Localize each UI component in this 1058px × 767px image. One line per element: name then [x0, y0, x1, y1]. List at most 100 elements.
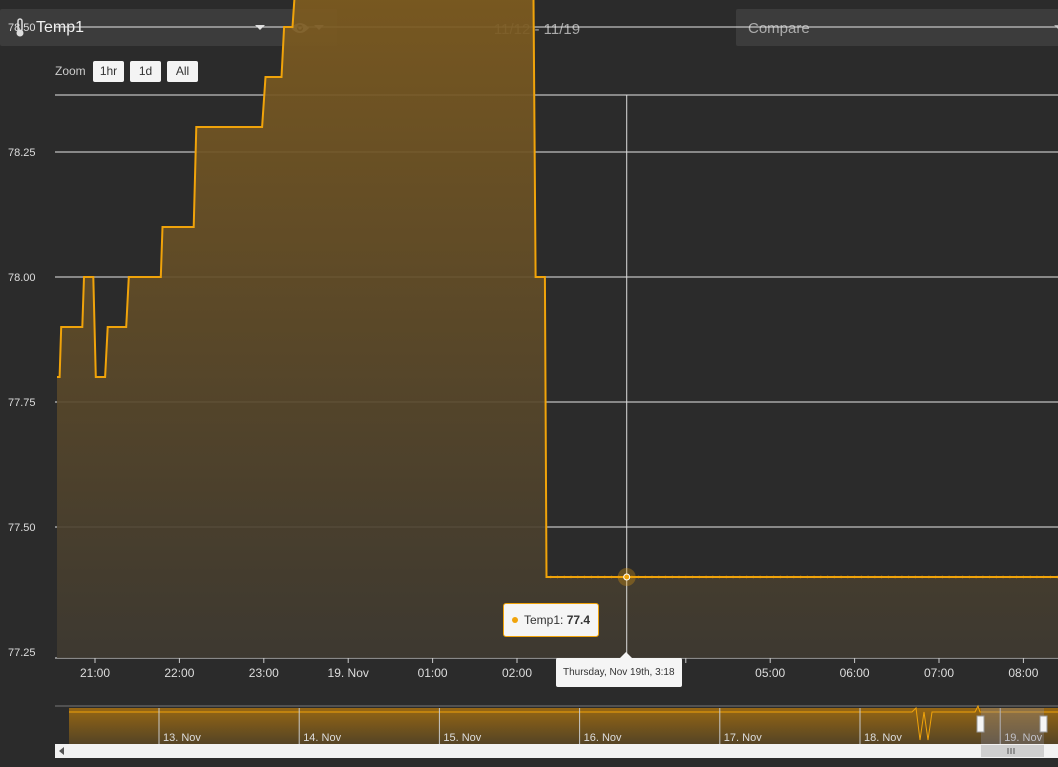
series-area-fill [57, 0, 1058, 658]
series-point [826, 575, 829, 579]
series-point [664, 575, 667, 579]
series-point [1015, 575, 1018, 579]
hover-point [623, 573, 631, 581]
navigator-scrollbar-track[interactable] [55, 744, 1058, 758]
series-point [569, 575, 573, 579]
series-point [711, 575, 714, 579]
series-point [684, 575, 687, 579]
series-point [556, 575, 559, 579]
navigator-label: 13. Nov [163, 732, 201, 744]
tooltip: Temp1: 77.4 [503, 603, 600, 637]
series-dot-icon [512, 617, 518, 623]
x-tick-label: 22:00 [164, 666, 194, 680]
series-point [920, 575, 924, 579]
series-point [934, 575, 937, 579]
series-point [907, 575, 910, 579]
y-tick-label: 77.75 [8, 397, 36, 409]
series-point [637, 575, 640, 579]
navigator-right-handle[interactable] [1039, 715, 1048, 733]
series-point [866, 575, 870, 579]
series-point [880, 575, 883, 579]
series-point [1049, 575, 1052, 579]
series-point [988, 575, 991, 579]
series-point [995, 575, 998, 579]
series-point [1008, 575, 1012, 579]
y-tick-label: 77.25 [8, 647, 36, 659]
series-point [961, 575, 964, 579]
series-point [927, 575, 931, 579]
series-point [846, 575, 849, 579]
series-point [576, 575, 579, 579]
series-point [853, 575, 856, 579]
series-point [900, 575, 904, 579]
series-point [549, 575, 552, 579]
crosshair-time-text: Thursday, Nov 19th, 3:18 [563, 667, 675, 678]
y-tick-label: 78.00 [8, 272, 36, 284]
series-point [873, 575, 877, 579]
series-point [893, 575, 897, 579]
series-point [758, 575, 762, 579]
series-point [745, 575, 748, 579]
series-point [887, 575, 890, 579]
temperature-chart[interactable]: 77.2577.5077.7578.0078.2578.5078.7579.00… [0, 0, 1058, 767]
navigator-scrollbar-thumb[interactable] [981, 745, 1044, 757]
series-point [738, 575, 741, 579]
x-tick-label: 05:00 [755, 666, 785, 680]
series-point [819, 575, 822, 579]
x-tick-label: 06:00 [840, 666, 870, 680]
series-point [954, 575, 958, 579]
series-point [1029, 575, 1032, 579]
series-point [590, 575, 593, 579]
series-point [704, 575, 708, 579]
series-point [731, 575, 735, 579]
x-tick-label: 23:00 [249, 666, 279, 680]
series-point [974, 575, 978, 579]
series-point [596, 575, 600, 579]
y-tick-label: 77.50 [8, 522, 36, 534]
series-point [833, 575, 836, 579]
series-point [860, 575, 863, 579]
series-point [772, 575, 775, 579]
series-point [1042, 575, 1045, 579]
series-point [785, 575, 789, 579]
series-point [603, 575, 606, 579]
series-point [691, 575, 694, 579]
series-point [1001, 575, 1005, 579]
series-point [1035, 575, 1039, 579]
tooltip-series-name: Temp1 [524, 613, 561, 627]
navigator-label: 18. Nov [864, 732, 902, 744]
series-point [718, 575, 721, 579]
series-point [650, 575, 654, 579]
x-tick-label: 01:00 [418, 666, 448, 680]
series-point [583, 575, 586, 579]
navigator-left-handle[interactable] [976, 715, 985, 733]
series-point [610, 575, 613, 579]
series-point [779, 575, 782, 579]
series-point [941, 575, 944, 579]
series-point [839, 575, 843, 579]
x-tick-label: 08:00 [1008, 666, 1038, 680]
series-point [792, 575, 795, 579]
navigator-label: 15. Nov [443, 732, 481, 744]
tooltip-value: 77.4 [566, 613, 591, 627]
series-point [677, 575, 681, 579]
series-point [981, 575, 985, 579]
navigator-label: 17. Nov [724, 732, 762, 744]
series-point [812, 575, 816, 579]
y-axis-ticks: 77.2577.5077.7578.0078.2578.5078.7579.00… [8, 22, 36, 659]
series-point [947, 575, 951, 579]
series-point [752, 575, 755, 579]
crosshair-time-label: Thursday, Nov 19th, 3:18 [556, 652, 682, 687]
series-point [806, 575, 809, 579]
x-tick-label: 07:00 [924, 666, 954, 680]
y-tick-label: 78.50 [8, 22, 36, 34]
series-point [671, 575, 674, 579]
series-point [968, 575, 971, 579]
navigator-mask [981, 708, 1044, 744]
y-tick-label: 78.25 [8, 147, 36, 159]
series-point [563, 575, 566, 579]
series-point [725, 575, 728, 579]
navigator-label: 14. Nov [303, 732, 341, 744]
series-point [765, 575, 768, 579]
series-point [799, 575, 802, 579]
